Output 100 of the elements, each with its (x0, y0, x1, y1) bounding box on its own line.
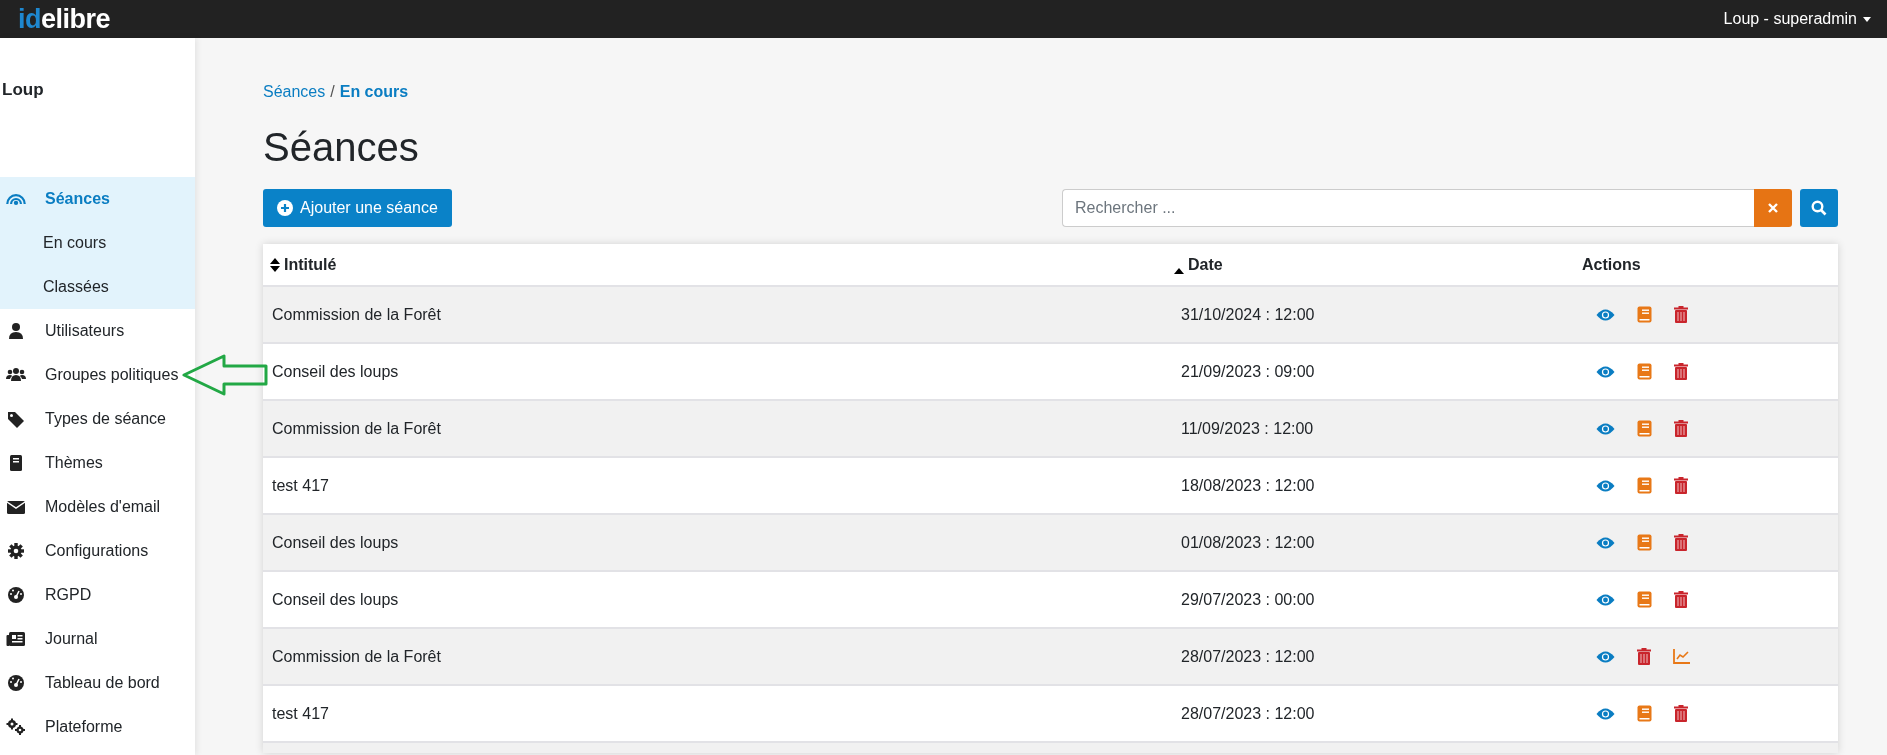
table-cell-text: test 417 (271, 476, 330, 495)
user-icon (6, 322, 26, 340)
search-button[interactable] (1800, 189, 1838, 227)
statistics-button[interactable] (1673, 649, 1690, 664)
sidebar-item[interactable]: Types de séance (0, 397, 195, 441)
gauge-icon (6, 674, 26, 692)
book-icon (1637, 591, 1652, 608)
book-icon (1637, 477, 1652, 494)
sidebar-item[interactable]: Groupes politiques (0, 353, 195, 397)
view-button[interactable] (1596, 592, 1615, 607)
sidebar-item[interactable]: Tableau de bord (0, 661, 195, 705)
table-cell-text: 31/10/2024 : 12:00 (1180, 305, 1316, 324)
eye-icon (1596, 535, 1615, 550)
delete-button[interactable] (1674, 705, 1688, 722)
delete-button[interactable] (1674, 420, 1688, 437)
table-cell-text: 11/09/2023 : 12:00 (1180, 419, 1315, 438)
breadcrumb-separator: / (330, 83, 335, 101)
envelope-icon (6, 498, 26, 516)
table-cell-text: 01/08/2023 : 12:00 (1180, 533, 1316, 552)
sidebar-item[interactable]: Modèles d'email (0, 485, 195, 529)
view-button[interactable] (1596, 535, 1615, 550)
gears-icon (6, 718, 26, 736)
delete-button[interactable] (1637, 648, 1651, 665)
line-chart-icon (1673, 649, 1690, 664)
settings-icon (6, 542, 26, 560)
user-menu[interactable]: Loup - superadmin (1723, 10, 1871, 28)
eye-icon (1596, 364, 1615, 379)
column-header[interactable]: Date (1188, 255, 1223, 274)
eye-icon (1596, 307, 1615, 322)
delete-button[interactable] (1674, 477, 1688, 494)
book-icon (1637, 705, 1652, 722)
view-button[interactable] (1596, 649, 1615, 664)
sidebar-item[interactable]: RGPD (0, 573, 195, 617)
eye-icon (1596, 421, 1615, 436)
table-cell-text: Conseil des loups (271, 362, 400, 381)
table-cell-text: Conseil des loups (271, 590, 400, 609)
sidebar-item[interactable]: Thèmes (0, 441, 195, 485)
eye-icon (1596, 706, 1615, 721)
tag-icon (6, 410, 26, 428)
book-icon (1637, 534, 1652, 551)
sidebar-item[interactable]: Séances (0, 177, 195, 221)
trash-icon (1674, 363, 1688, 380)
sidebar-subitem[interactable]: Classées (0, 265, 195, 309)
trash-icon (1674, 306, 1688, 323)
add-button[interactable]: Ajouter une séance (263, 189, 452, 227)
column-header[interactable]: Intitulé (284, 255, 337, 274)
table-cell-text: 28/07/2023 : 12:00 (1180, 704, 1316, 723)
notes-button[interactable] (1637, 420, 1652, 437)
delete-button[interactable] (1674, 534, 1688, 551)
trash-icon (1674, 591, 1688, 608)
view-button[interactable] (1596, 706, 1615, 721)
view-button[interactable] (1596, 307, 1615, 322)
broadcast-icon (6, 193, 26, 205)
gauge-icon (6, 586, 26, 604)
view-button[interactable] (1596, 478, 1615, 493)
logo: idelibre (18, 3, 111, 35)
sidebar-item[interactable]: Journal (0, 617, 195, 661)
column-header: Actions (1582, 255, 1641, 274)
table-cell-text: Conseil des loups (271, 533, 400, 552)
sidebar-subitem[interactable]: En cours (0, 221, 195, 265)
table-cell-text: 29/07/2023 : 00:00 (1180, 590, 1316, 609)
book-icon (1637, 306, 1652, 323)
table-cell-text: 18/08/2023 : 12:00 (1180, 476, 1316, 495)
caret-icon (1863, 16, 1871, 22)
sidebar-item[interactable]: Utilisateurs (0, 309, 195, 353)
notes-button[interactable] (1637, 477, 1652, 494)
page-title: Séances (263, 127, 420, 167)
trash-icon (1674, 420, 1688, 437)
close-icon (1767, 202, 1779, 214)
clear-button[interactable] (1754, 189, 1792, 227)
users-icon (6, 366, 26, 384)
table-cell-text: 28/07/2023 : 12:00 (1180, 647, 1316, 666)
plus-circle-icon (277, 200, 293, 216)
notes-button[interactable] (1637, 306, 1652, 323)
notes-button[interactable] (1637, 363, 1652, 380)
table-cell-text: test 417 (271, 704, 330, 723)
search-icon (1811, 200, 1827, 216)
notes-button[interactable] (1637, 534, 1652, 551)
trash-icon (1674, 705, 1688, 722)
eye-icon (1596, 649, 1615, 664)
breadcrumb-link[interactable]: Séances (263, 83, 326, 101)
trash-icon (1637, 648, 1651, 665)
delete-button[interactable] (1674, 591, 1688, 608)
delete-button[interactable] (1674, 363, 1688, 380)
view-button[interactable] (1596, 421, 1615, 436)
trash-icon (1674, 534, 1688, 551)
sidebar-item[interactable]: Configurations (0, 529, 195, 573)
table-cell-text: Commission de la Forêt (271, 305, 442, 324)
notes-button[interactable] (1637, 591, 1652, 608)
search-field[interactable]: Rechercher ... (1062, 189, 1754, 227)
table-cell-text: Commission de la Forêt (271, 419, 442, 438)
delete-button[interactable] (1674, 306, 1688, 323)
breadcrumb-link[interactable]: En cours (339, 83, 409, 101)
sidebar-item[interactable]: Plateforme (0, 705, 195, 749)
view-button[interactable] (1596, 364, 1615, 379)
book-icon (1637, 420, 1652, 437)
notes-button[interactable] (1637, 705, 1652, 722)
sidebar-title: Loup (1, 79, 45, 101)
newspaper-icon (6, 630, 26, 648)
table-cell-text: 21/09/2023 : 09:00 (1180, 362, 1316, 381)
